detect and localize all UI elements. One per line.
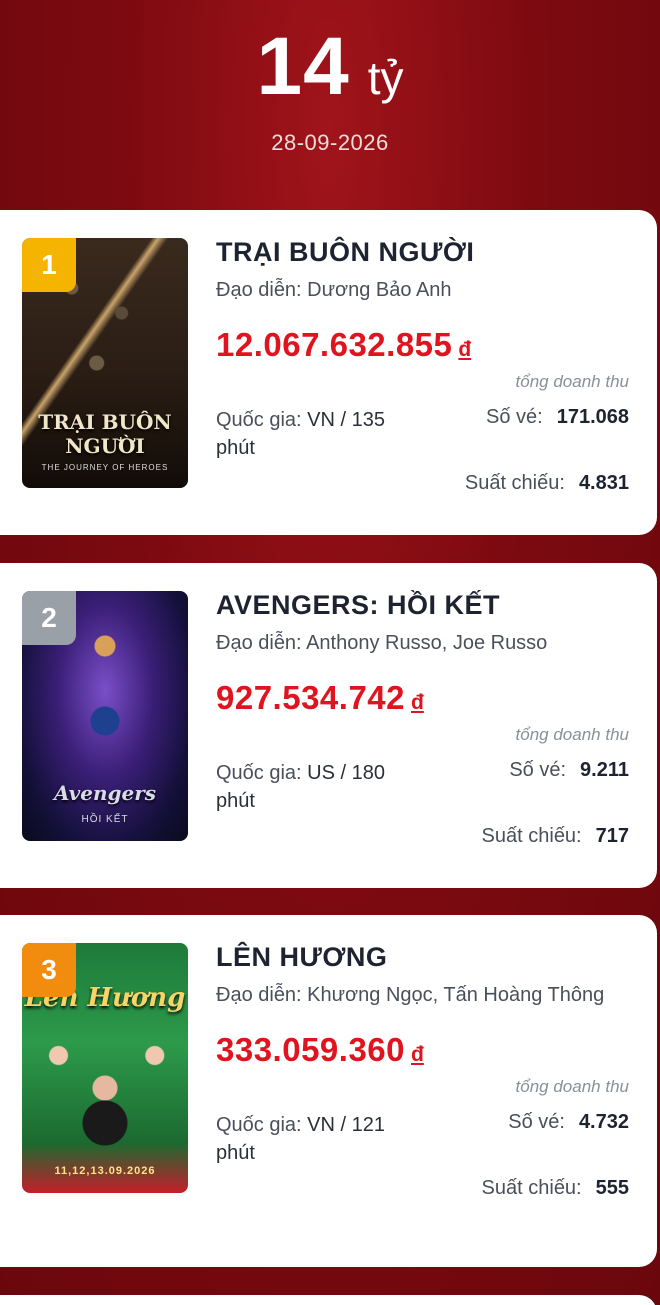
shows-label: Suất chiếu: (464, 471, 565, 494)
movie-revenue: 12.067.632.855 đ (216, 326, 629, 364)
shows-label: Suất chiếu: (481, 1176, 582, 1199)
movie-tickets: Số vé: 171.068 (486, 406, 629, 462)
poster-subtitle: HỒI KẾT (81, 814, 129, 825)
total-revenue-value: 14 (256, 21, 350, 112)
revenue-value: 927.534.742 (216, 678, 406, 716)
movie-shows: Suất chiếu: 717 (216, 825, 629, 848)
tickets-value: 4.732 (578, 1110, 629, 1133)
currency-symbol: đ (458, 337, 472, 361)
movie-card[interactable]: TRẠI BUÔN NGƯỜI THE JOURNEY OF HEROES 1 … (0, 210, 657, 535)
poster-title: TRẠI BUÔN NGƯỜI (38, 410, 172, 458)
country-label: Quốc gia: (216, 408, 302, 431)
shows-label: Suất chiếu: (481, 824, 582, 847)
movie-revenue: 333.059.360 đ (216, 1031, 629, 1069)
country-label: Quốc gia: (216, 1113, 302, 1136)
rank-badge: 1 (22, 238, 76, 292)
revenue-label: tổng doanh thu (515, 724, 629, 744)
poster-subtitle: 11,12,13.09.2026 (54, 1165, 156, 1177)
movie-shows: Suất chiếu: 555 (216, 1177, 629, 1200)
movie-tickets: Số vé: 9.211 (509, 759, 629, 815)
shows-value: 4.831 (578, 471, 629, 494)
rank-badge: 3 (22, 943, 76, 997)
movie-director: Đạo diễn: Dương Bảo Anh (216, 278, 452, 301)
revenue-value: 333.059.360 (216, 1030, 406, 1068)
currency-symbol: đ (411, 1042, 424, 1066)
movie-title[interactable]: AVENGERS: HỒI KẾT (216, 590, 629, 621)
poster-title: Avengers (53, 781, 157, 805)
movie-country: Quốc gia: VN / 121 phút (216, 1111, 416, 1167)
tickets-label: Số vé: (486, 405, 543, 428)
revenue-value: 12.067.632.855 (216, 325, 453, 363)
country-label: Quốc gia: (216, 761, 302, 784)
movie-shows: Suất chiếu: 4.831 (216, 472, 629, 495)
total-revenue-unit: tỷ (367, 52, 404, 104)
revenue-label: tổng doanh thu (515, 371, 629, 391)
shows-value: 555 (595, 1176, 629, 1199)
tickets-value: 171.068 (556, 405, 629, 428)
tickets-value: 9.211 (580, 758, 629, 781)
tickets-label: Số vé: (508, 1110, 565, 1133)
movie-card[interactable]: Lên Hương 11,12,13.09.2026 3 LÊN HƯƠNG Đ… (0, 915, 657, 1267)
header: 14 tỷ 28-09-2026 (0, 0, 660, 210)
tickets-label: Số vé: (509, 758, 567, 781)
movie-director: Đạo diễn: Anthony Russo, Joe Russo (216, 631, 548, 654)
shows-value: 717 (595, 824, 629, 847)
movie-country: Quốc gia: VN / 135 phút (216, 406, 416, 462)
movie-title[interactable]: LÊN HƯƠNG (216, 942, 629, 973)
revenue-label: tổng doanh thu (515, 1076, 629, 1096)
total-revenue: 14 tỷ (0, 26, 660, 108)
currency-symbol: đ (411, 690, 424, 714)
movie-title[interactable]: TRẠI BUÔN NGƯỜI (216, 237, 629, 268)
movie-tickets: Số vé: 4.732 (508, 1111, 629, 1167)
report-date: 28-09-2026 (271, 130, 389, 155)
movie-director: Đạo diễn: Khương Ngọc, Tấn Hoàng Thông (216, 983, 605, 1006)
poster-subtitle: THE JOURNEY OF HEROES (41, 463, 169, 472)
rank-badge: 2 (22, 591, 76, 645)
movie-card[interactable]: Avengers HỒI KẾT 2 AVENGERS: HỒI KẾT Đạo… (0, 563, 657, 888)
movie-card[interactable] (0, 1295, 657, 1305)
movie-country: Quốc gia: US / 180 phút (216, 759, 416, 815)
movie-revenue: 927.534.742 đ (216, 679, 629, 717)
